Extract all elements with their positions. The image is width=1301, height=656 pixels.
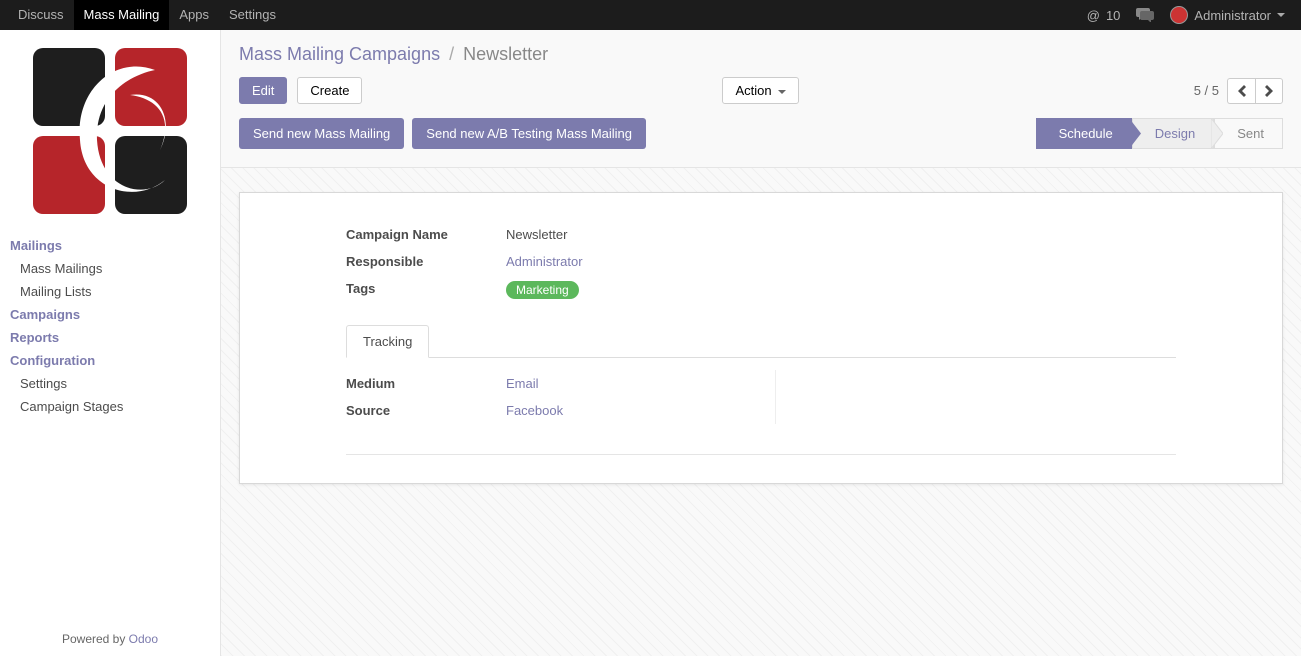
sidebar-section-reports[interactable]: Reports xyxy=(0,326,220,349)
responsible-value[interactable]: Administrator xyxy=(506,254,583,269)
user-name: Administrator xyxy=(1194,8,1271,23)
messages-indicator[interactable]: @ 10 xyxy=(1079,8,1129,23)
chevron-right-icon xyxy=(1265,85,1273,97)
form-sheet: Campaign Name Newsletter Responsible Adm… xyxy=(239,192,1283,484)
send-mass-mailing-button[interactable]: Send new Mass Mailing xyxy=(239,118,404,149)
chevron-left-icon xyxy=(1238,85,1246,97)
stage-sent[interactable]: Sent xyxy=(1214,118,1283,149)
caret-down-icon xyxy=(1277,13,1285,17)
pager: 5 / 5 xyxy=(1194,78,1283,104)
tab-tracking[interactable]: Tracking xyxy=(346,325,429,358)
source-label: Source xyxy=(346,403,506,418)
sidebar: Mailings Mass Mailings Mailing Lists Cam… xyxy=(0,30,221,656)
breadcrumb-separator: / xyxy=(445,44,458,64)
breadcrumb-current: Newsletter xyxy=(463,44,548,64)
tags-label: Tags xyxy=(346,281,506,299)
nav-settings[interactable]: Settings xyxy=(219,0,286,30)
pager-prev-button[interactable] xyxy=(1227,78,1255,104)
conversations-icon[interactable] xyxy=(1128,8,1162,22)
app-logo xyxy=(25,40,195,220)
at-icon: @ xyxy=(1087,8,1100,23)
campaign-name-label: Campaign Name xyxy=(346,227,506,242)
sidebar-item-settings[interactable]: Settings xyxy=(0,372,220,395)
create-button[interactable]: Create xyxy=(297,77,362,104)
send-ab-testing-button[interactable]: Send new A/B Testing Mass Mailing xyxy=(412,118,646,149)
campaign-name-value: Newsletter xyxy=(506,227,567,242)
sidebar-item-mass-mailings[interactable]: Mass Mailings xyxy=(0,257,220,280)
medium-value[interactable]: Email xyxy=(506,376,539,391)
sidebar-item-mailing-lists[interactable]: Mailing Lists xyxy=(0,280,220,303)
sidebar-item-campaign-stages[interactable]: Campaign Stages xyxy=(0,395,220,418)
action-dropdown[interactable]: Action xyxy=(722,77,798,104)
source-value[interactable]: Facebook xyxy=(506,403,563,418)
nav-discuss[interactable]: Discuss xyxy=(8,0,74,30)
pager-text: 5 / 5 xyxy=(1194,83,1219,98)
responsible-label: Responsible xyxy=(346,254,506,269)
divider xyxy=(346,454,1176,455)
edit-button[interactable]: Edit xyxy=(239,77,287,104)
powered-by: Powered by Odoo xyxy=(0,622,220,656)
main-content: Mass Mailing Campaigns / Newsletter Edit… xyxy=(221,30,1301,656)
avatar-icon xyxy=(1170,6,1188,24)
stage-pipeline: Schedule Design Sent xyxy=(1036,118,1283,149)
pager-next-button[interactable] xyxy=(1255,78,1283,104)
breadcrumb-parent[interactable]: Mass Mailing Campaigns xyxy=(239,44,440,64)
tags-value: Marketing xyxy=(506,281,579,299)
stage-schedule[interactable]: Schedule xyxy=(1036,118,1132,149)
nav-apps[interactable]: Apps xyxy=(169,0,219,30)
messages-count: 10 xyxy=(1106,8,1120,23)
sidebar-section-configuration[interactable]: Configuration xyxy=(0,349,220,372)
powered-link[interactable]: Odoo xyxy=(129,632,158,646)
user-menu[interactable]: Administrator xyxy=(1162,6,1293,24)
nav-mass-mailing[interactable]: Mass Mailing xyxy=(74,0,170,30)
medium-label: Medium xyxy=(346,376,506,391)
stage-design[interactable]: Design xyxy=(1132,118,1214,149)
top-navbar: Discuss Mass Mailing Apps Settings @ 10 … xyxy=(0,0,1301,30)
sidebar-section-mailings[interactable]: Mailings xyxy=(0,234,220,257)
tag-marketing: Marketing xyxy=(506,281,579,299)
breadcrumb: Mass Mailing Campaigns / Newsletter xyxy=(239,44,1283,65)
sidebar-section-campaigns[interactable]: Campaigns xyxy=(0,303,220,326)
